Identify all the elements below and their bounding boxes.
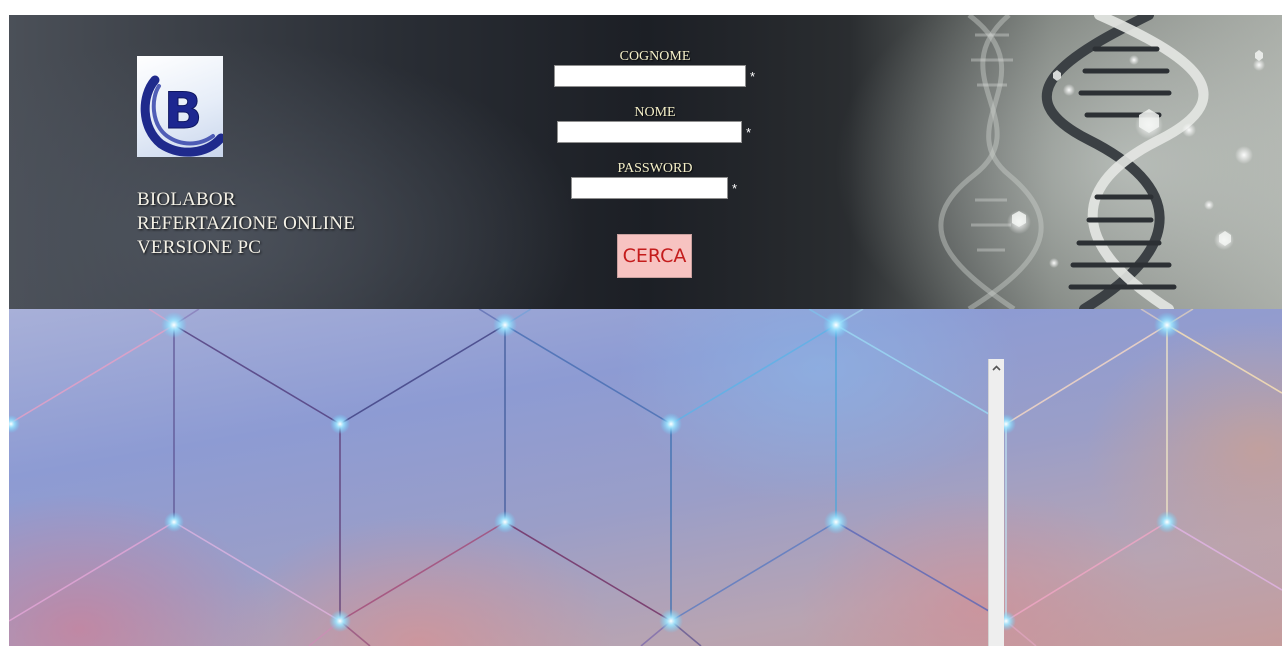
nome-required-mark: * [746, 125, 752, 140]
cognome-required-mark: * [750, 69, 756, 84]
svg-text:B: B [164, 82, 202, 140]
password-required-mark: * [732, 181, 738, 196]
biolabor-logo: B [137, 56, 223, 157]
password-input[interactable] [571, 177, 728, 199]
brand-line-version: VERSIONE PC [137, 237, 262, 258]
scroll-up-button[interactable] [989, 359, 1004, 376]
hexagon-network-background [9, 309, 1282, 646]
brand-line-name: BIOLABOR [137, 189, 236, 210]
hexagon-grid-illustration [9, 309, 1282, 646]
chevron-up-icon [992, 364, 1001, 371]
header-banner: B BIOLABOR REFERTAZIONE ONLINE VERSIONE … [9, 15, 1282, 309]
brand-title: BIOLABOR REFERTAZIONE ONLINE VERSIONE PC [137, 188, 355, 260]
logo-b-icon: B [140, 75, 223, 157]
nome-input[interactable] [557, 121, 742, 143]
vertical-scrollbar[interactable] [988, 359, 1004, 646]
page: B BIOLABOR REFERTAZIONE ONLINE VERSIONE … [0, 0, 1282, 646]
brand-line-service: REFERTAZIONE ONLINE [137, 213, 356, 234]
password-label: PASSWORD [617, 161, 693, 176]
cerca-button[interactable]: CERCA [617, 234, 692, 278]
cognome-label: COGNOME [619, 49, 691, 64]
nome-label: NOME [634, 105, 676, 120]
cognome-input[interactable] [554, 65, 746, 87]
